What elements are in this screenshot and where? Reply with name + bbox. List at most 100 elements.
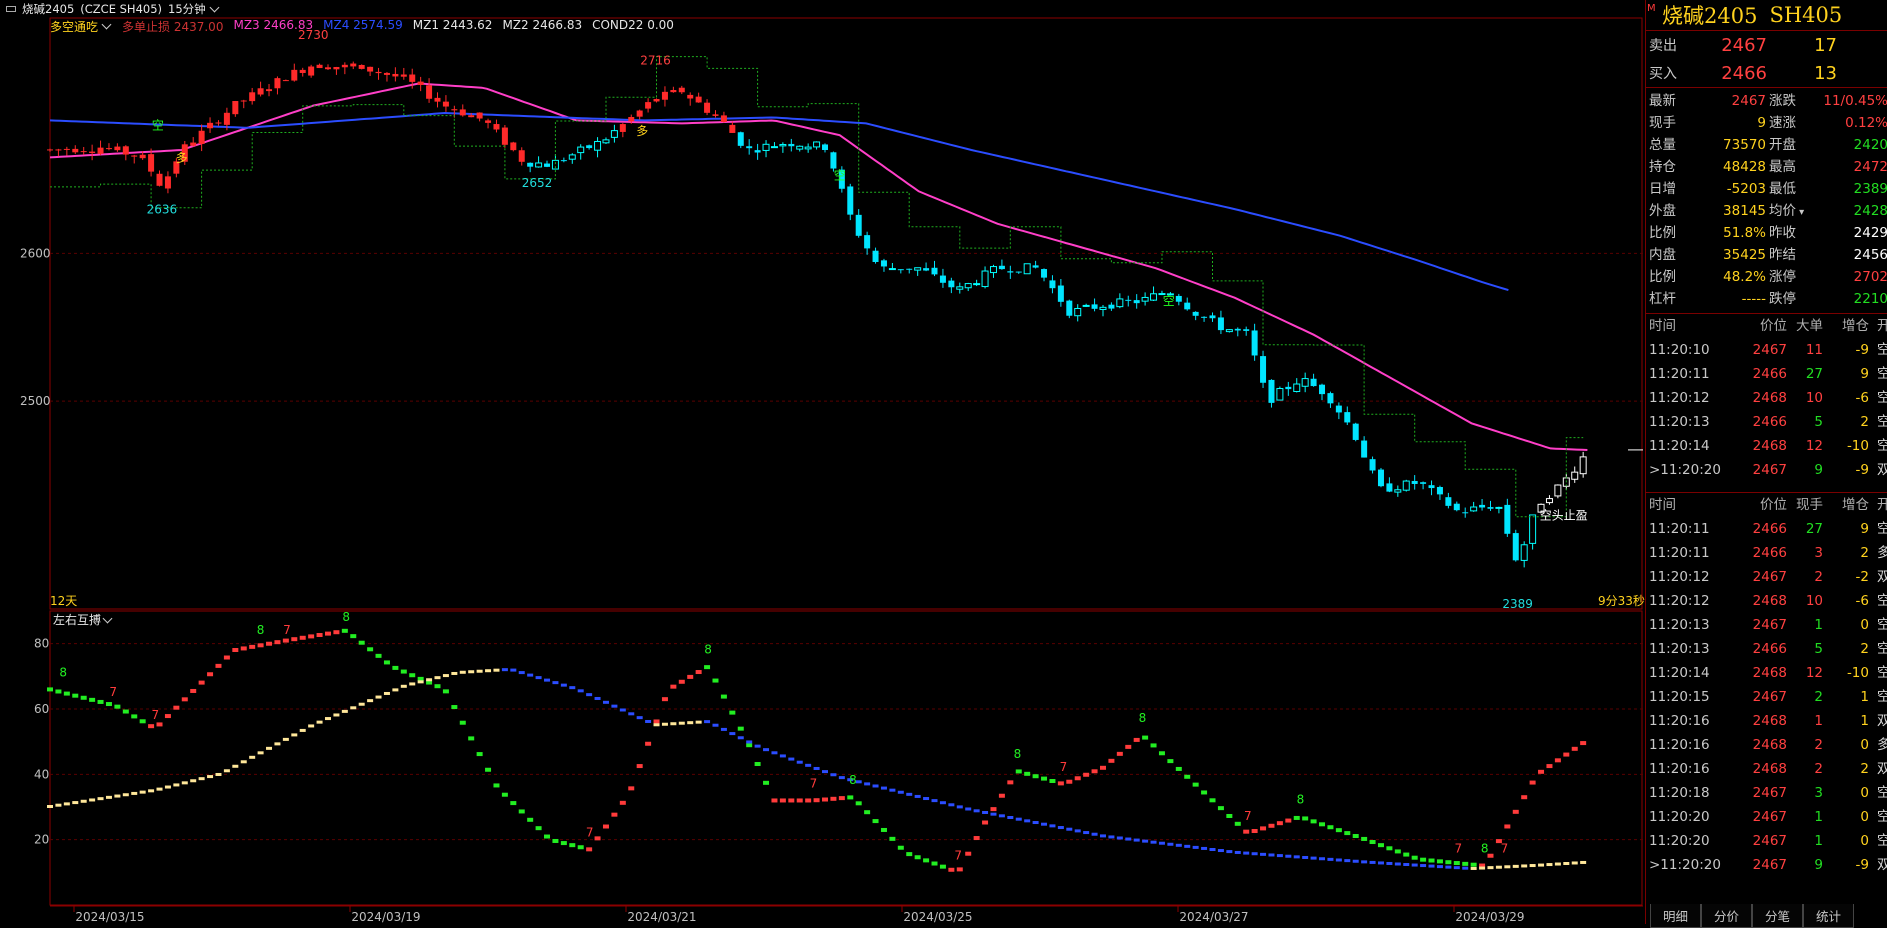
oscillator-mark xyxy=(1369,840,1376,845)
table-row[interactable]: 11:20:16 2468 2 2 双开 xyxy=(1649,757,1887,781)
bid-row[interactable]: 买入 2466 13 xyxy=(1646,59,1887,87)
sub-indicator-name: 左右互搏 xyxy=(53,613,102,627)
candle-body xyxy=(712,114,719,116)
table-row[interactable]: 11:20:15 2467 2 1 空开 xyxy=(1649,685,1887,709)
column-header[interactable]: 时间 xyxy=(1649,493,1733,517)
candle-body xyxy=(383,72,390,75)
candle-body xyxy=(577,146,585,154)
table-row[interactable]: 11:20:20 2467 1 0 空换 xyxy=(1649,829,1887,853)
oscillator-mark xyxy=(358,640,365,645)
window-icon[interactable] xyxy=(6,5,16,12)
oscillator-mark xyxy=(1243,829,1250,834)
tab-3[interactable]: 统计 xyxy=(1803,904,1855,928)
tab-1[interactable]: 分价 xyxy=(1701,904,1753,928)
bar-countdown: 9分33秒 xyxy=(1598,594,1645,608)
cell-chg: 9 xyxy=(1860,521,1869,537)
table-row[interactable]: 11:20:16 2468 1 1 双开 xyxy=(1649,709,1887,733)
candle-body xyxy=(1184,302,1191,310)
table-row[interactable]: 11:20:12 2468 10 -6 空平 xyxy=(1649,589,1887,613)
table-row[interactable]: 11:20:13 2466 5 2 空开 xyxy=(1649,410,1887,434)
table-row[interactable]: 11:20:16 2468 2 0 多换 xyxy=(1649,733,1887,757)
signal-mark xyxy=(468,670,475,674)
signal-mark xyxy=(485,669,492,673)
column-header[interactable]: 增仓 xyxy=(1823,493,1869,517)
column-header[interactable]: 增仓 xyxy=(1823,314,1869,338)
column-header[interactable]: 价位 xyxy=(1733,493,1787,517)
table-row[interactable]: 11:20:11 2466 27 9 空开 xyxy=(1649,362,1887,386)
table-row[interactable]: 11:20:14 2468 12 -10 空平 xyxy=(1649,434,1887,458)
table-row[interactable]: 11:20:18 2467 3 0 空换 xyxy=(1649,781,1887,805)
column-header[interactable]: 价位 xyxy=(1733,314,1787,338)
candle-body xyxy=(47,149,53,151)
candle-body xyxy=(1293,383,1301,392)
oscillator-signal-label: 7 xyxy=(283,623,291,637)
signal-mark xyxy=(55,803,62,807)
tab-0[interactable]: 明细 xyxy=(1650,904,1702,928)
table-row[interactable]: 11:20:11 2466 27 9 空开 xyxy=(1649,517,1887,541)
table-row[interactable]: >11:20:20 2467 9 -9 双平 xyxy=(1649,458,1887,482)
oscillator-mark xyxy=(653,719,660,724)
table-row[interactable]: 11:20:13 2467 1 0 空换 xyxy=(1649,613,1887,637)
signal-mark xyxy=(350,706,357,710)
table-row[interactable]: 11:20:12 2468 10 -6 空平 xyxy=(1649,386,1887,410)
column-header[interactable]: 大单 xyxy=(1787,314,1823,338)
cell-type: 空换 xyxy=(1877,617,1887,633)
oscillator-mark xyxy=(527,817,534,822)
stat-label: 杠杆 xyxy=(1649,291,1676,307)
oscillator-mark xyxy=(215,663,222,668)
signal-mark xyxy=(190,779,197,783)
oscillator-mark xyxy=(89,697,96,702)
column-header[interactable]: 时间 xyxy=(1649,314,1733,338)
tab-2[interactable]: 分笔 xyxy=(1752,904,1804,928)
signal-mark xyxy=(805,763,812,767)
candle-body xyxy=(906,268,913,270)
signal-mark xyxy=(1453,866,1460,870)
cell-chg: -2 xyxy=(1855,569,1869,585)
cell-vol: 12 xyxy=(1805,438,1823,454)
table-row[interactable]: >11:20:20 2467 9 -9 双平 xyxy=(1649,853,1887,877)
candle-body xyxy=(560,160,567,162)
table-row[interactable]: 11:20:14 2468 12 -10 空平 xyxy=(1649,661,1887,685)
signal-mark xyxy=(552,681,559,685)
table-row[interactable]: 11:20:11 2466 3 2 多开 xyxy=(1649,541,1887,565)
oscillator-mark xyxy=(998,793,1005,798)
candle-body xyxy=(746,146,753,149)
oscillator-mark xyxy=(1167,759,1174,764)
oscillator-mark xyxy=(72,693,79,698)
column-header[interactable]: 开平 xyxy=(1869,314,1887,338)
signal-mark xyxy=(105,795,112,799)
cell-vol: 3 xyxy=(1814,545,1823,561)
price-chart[interactable]: 26002500 27302716263626522389空空空多多空头止盈 8… xyxy=(0,17,1643,924)
y-tick-label: 20 xyxy=(34,833,49,847)
signal-mark xyxy=(1445,865,1452,869)
oscillator-mark xyxy=(628,786,635,791)
ask-row[interactable]: 卖出 2467 17 xyxy=(1646,31,1887,59)
table-row[interactable]: 11:20:20 2467 1 0 空换 xyxy=(1649,805,1887,829)
ma-line-mz4 xyxy=(49,111,1509,292)
candle-body xyxy=(1428,485,1435,489)
table-row[interactable]: 11:20:13 2466 5 2 空开 xyxy=(1649,637,1887,661)
table-row[interactable]: 11:20:10 2467 11 -9 空平 xyxy=(1649,338,1887,362)
oscillator-mark xyxy=(788,798,795,803)
table-row[interactable]: 11:20:12 2467 2 -2 双平 xyxy=(1649,565,1887,589)
period-selector[interactable]: 15分钟 xyxy=(168,1,220,17)
column-header[interactable]: 开平 xyxy=(1869,493,1887,517)
oscillator-signal-label: 7 xyxy=(151,708,159,722)
column-header[interactable]: 现手 xyxy=(1787,493,1823,517)
caret-down-icon[interactable]: ▾ xyxy=(1796,207,1804,218)
cell-type: 空开 xyxy=(1877,641,1887,657)
x-tick-label: 2024/03/21 xyxy=(627,910,696,924)
stat-value: 73570 xyxy=(1723,137,1766,153)
candle-body xyxy=(156,173,163,186)
candle-body xyxy=(1217,317,1224,331)
signal-mark xyxy=(493,668,500,672)
cell-vol: 27 xyxy=(1805,521,1823,537)
signal-mark xyxy=(1260,852,1267,856)
cell-price: 2466 xyxy=(1752,545,1787,561)
signal-mark xyxy=(560,683,567,687)
oscillator-mark xyxy=(880,827,887,832)
candle-body xyxy=(114,146,121,151)
candle-body xyxy=(1369,459,1376,471)
oscillator-mark xyxy=(409,673,416,678)
sub-indicator-selector[interactable]: 左右互搏 xyxy=(53,611,113,628)
